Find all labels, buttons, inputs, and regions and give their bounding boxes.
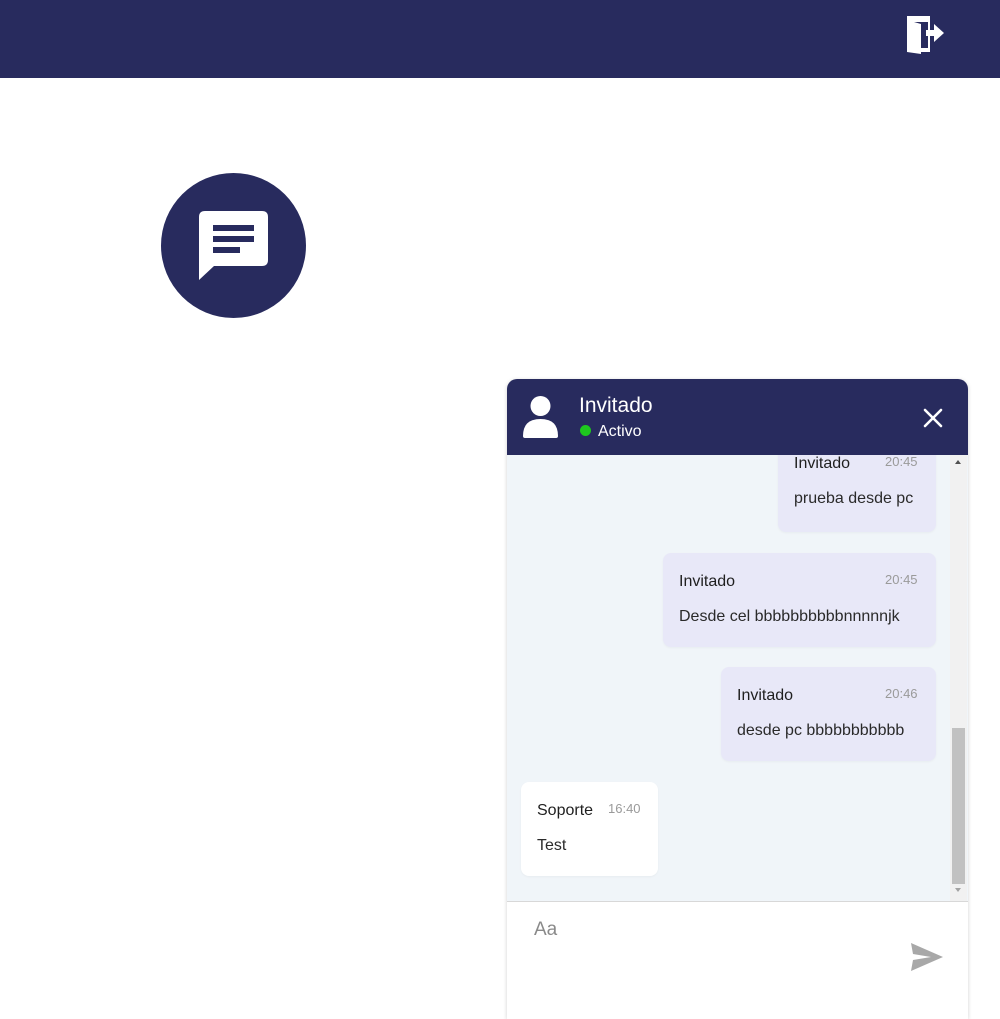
message-bubble: Invitado 20:46 desde pc bbbbbbbbbbb (721, 667, 936, 761)
chat-window: Invitado Activo Invitado 20:45 prueba de… (507, 379, 968, 1019)
logout-door-icon (907, 16, 944, 54)
close-icon[interactable] (920, 405, 946, 431)
message-text: Desde cel bbbbbbbbbbnnnnnjk (679, 608, 900, 625)
scroll-down-arrow-icon[interactable] (955, 888, 961, 892)
message-text: prueba desde pc (794, 490, 914, 507)
message-text: Test (537, 837, 567, 854)
message-time: 20:45 (885, 455, 918, 469)
open-chat-button[interactable] (161, 173, 306, 318)
top-bar (0, 0, 1000, 78)
message-sender: Invitado (794, 455, 851, 472)
status-text: Activo (598, 423, 642, 440)
status-dot-icon (580, 425, 591, 436)
send-icon[interactable] (909, 940, 945, 974)
chat-bubble-icon (199, 211, 268, 280)
message-scrollbar[interactable] (950, 455, 967, 901)
message-input[interactable] (532, 914, 896, 946)
logout-button[interactable] (903, 14, 945, 54)
contact-name: Invitado (579, 394, 653, 417)
message-time: 16:40 (608, 801, 641, 816)
message-composer (507, 901, 968, 1019)
message-time: 20:45 (885, 572, 918, 587)
message-bubble: Soporte 16:40 Test (521, 782, 658, 876)
message-list: Invitado 20:45 prueba desde pc Invitado … (507, 455, 968, 901)
user-avatar-icon (523, 396, 558, 438)
message-sender: Invitado (679, 573, 736, 590)
message-bubble: Invitado 20:45 Desde cel bbbbbbbbbbnnnnn… (663, 553, 936, 647)
message-bubble: Invitado 20:45 prueba desde pc (778, 455, 936, 532)
chat-header: Invitado Activo (507, 379, 968, 455)
message-sender: Invitado (737, 687, 794, 704)
message-time: 20:46 (885, 686, 918, 701)
message-sender: Soporte (537, 802, 594, 819)
scroll-up-arrow-icon[interactable] (955, 460, 961, 464)
scrollbar-thumb[interactable] (952, 728, 965, 884)
message-text: desde pc bbbbbbbbbbb (737, 722, 905, 739)
